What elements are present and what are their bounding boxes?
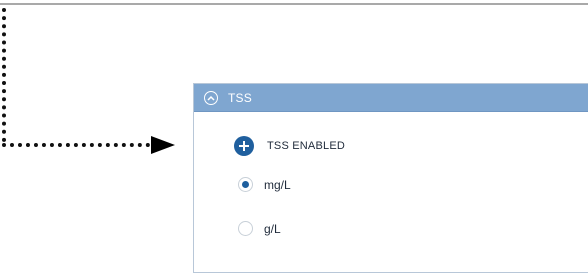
callout-dotted-line-vertical — [2, 8, 6, 142]
radio-dot — [242, 181, 249, 188]
screenshot-stage: TSS TSS ENABLED mg/L g/L — [0, 0, 588, 273]
radio-button-selected[interactable] — [238, 177, 253, 192]
radio-button-unselected[interactable] — [238, 221, 253, 236]
top-divider — [0, 3, 588, 5]
unit-option-label: g/L — [264, 221, 281, 236]
plus-circle-icon[interactable] — [234, 136, 254, 156]
unit-option-label: mg/L — [264, 177, 291, 192]
chevron-up-circle-icon[interactable] — [204, 90, 218, 105]
chevron-up-glyph — [207, 95, 215, 101]
tss-enabled-label: TSS ENABLED — [267, 140, 346, 152]
panel-title: TSS — [228, 90, 252, 105]
unit-option-g-per-l[interactable]: g/L — [238, 221, 281, 236]
unit-option-mg-per-l[interactable]: mg/L — [238, 177, 291, 192]
tss-panel-body: TSS ENABLED mg/L g/L — [194, 112, 588, 273]
plus-glyph — [239, 141, 249, 151]
tss-panel: TSS TSS ENABLED mg/L g/L — [193, 83, 588, 273]
callout-arrow-head — [151, 136, 175, 154]
tss-panel-header[interactable]: TSS — [194, 84, 588, 112]
tss-enabled-toggle[interactable]: TSS ENABLED — [234, 136, 345, 156]
callout-dotted-line-horizontal — [2, 143, 150, 147]
